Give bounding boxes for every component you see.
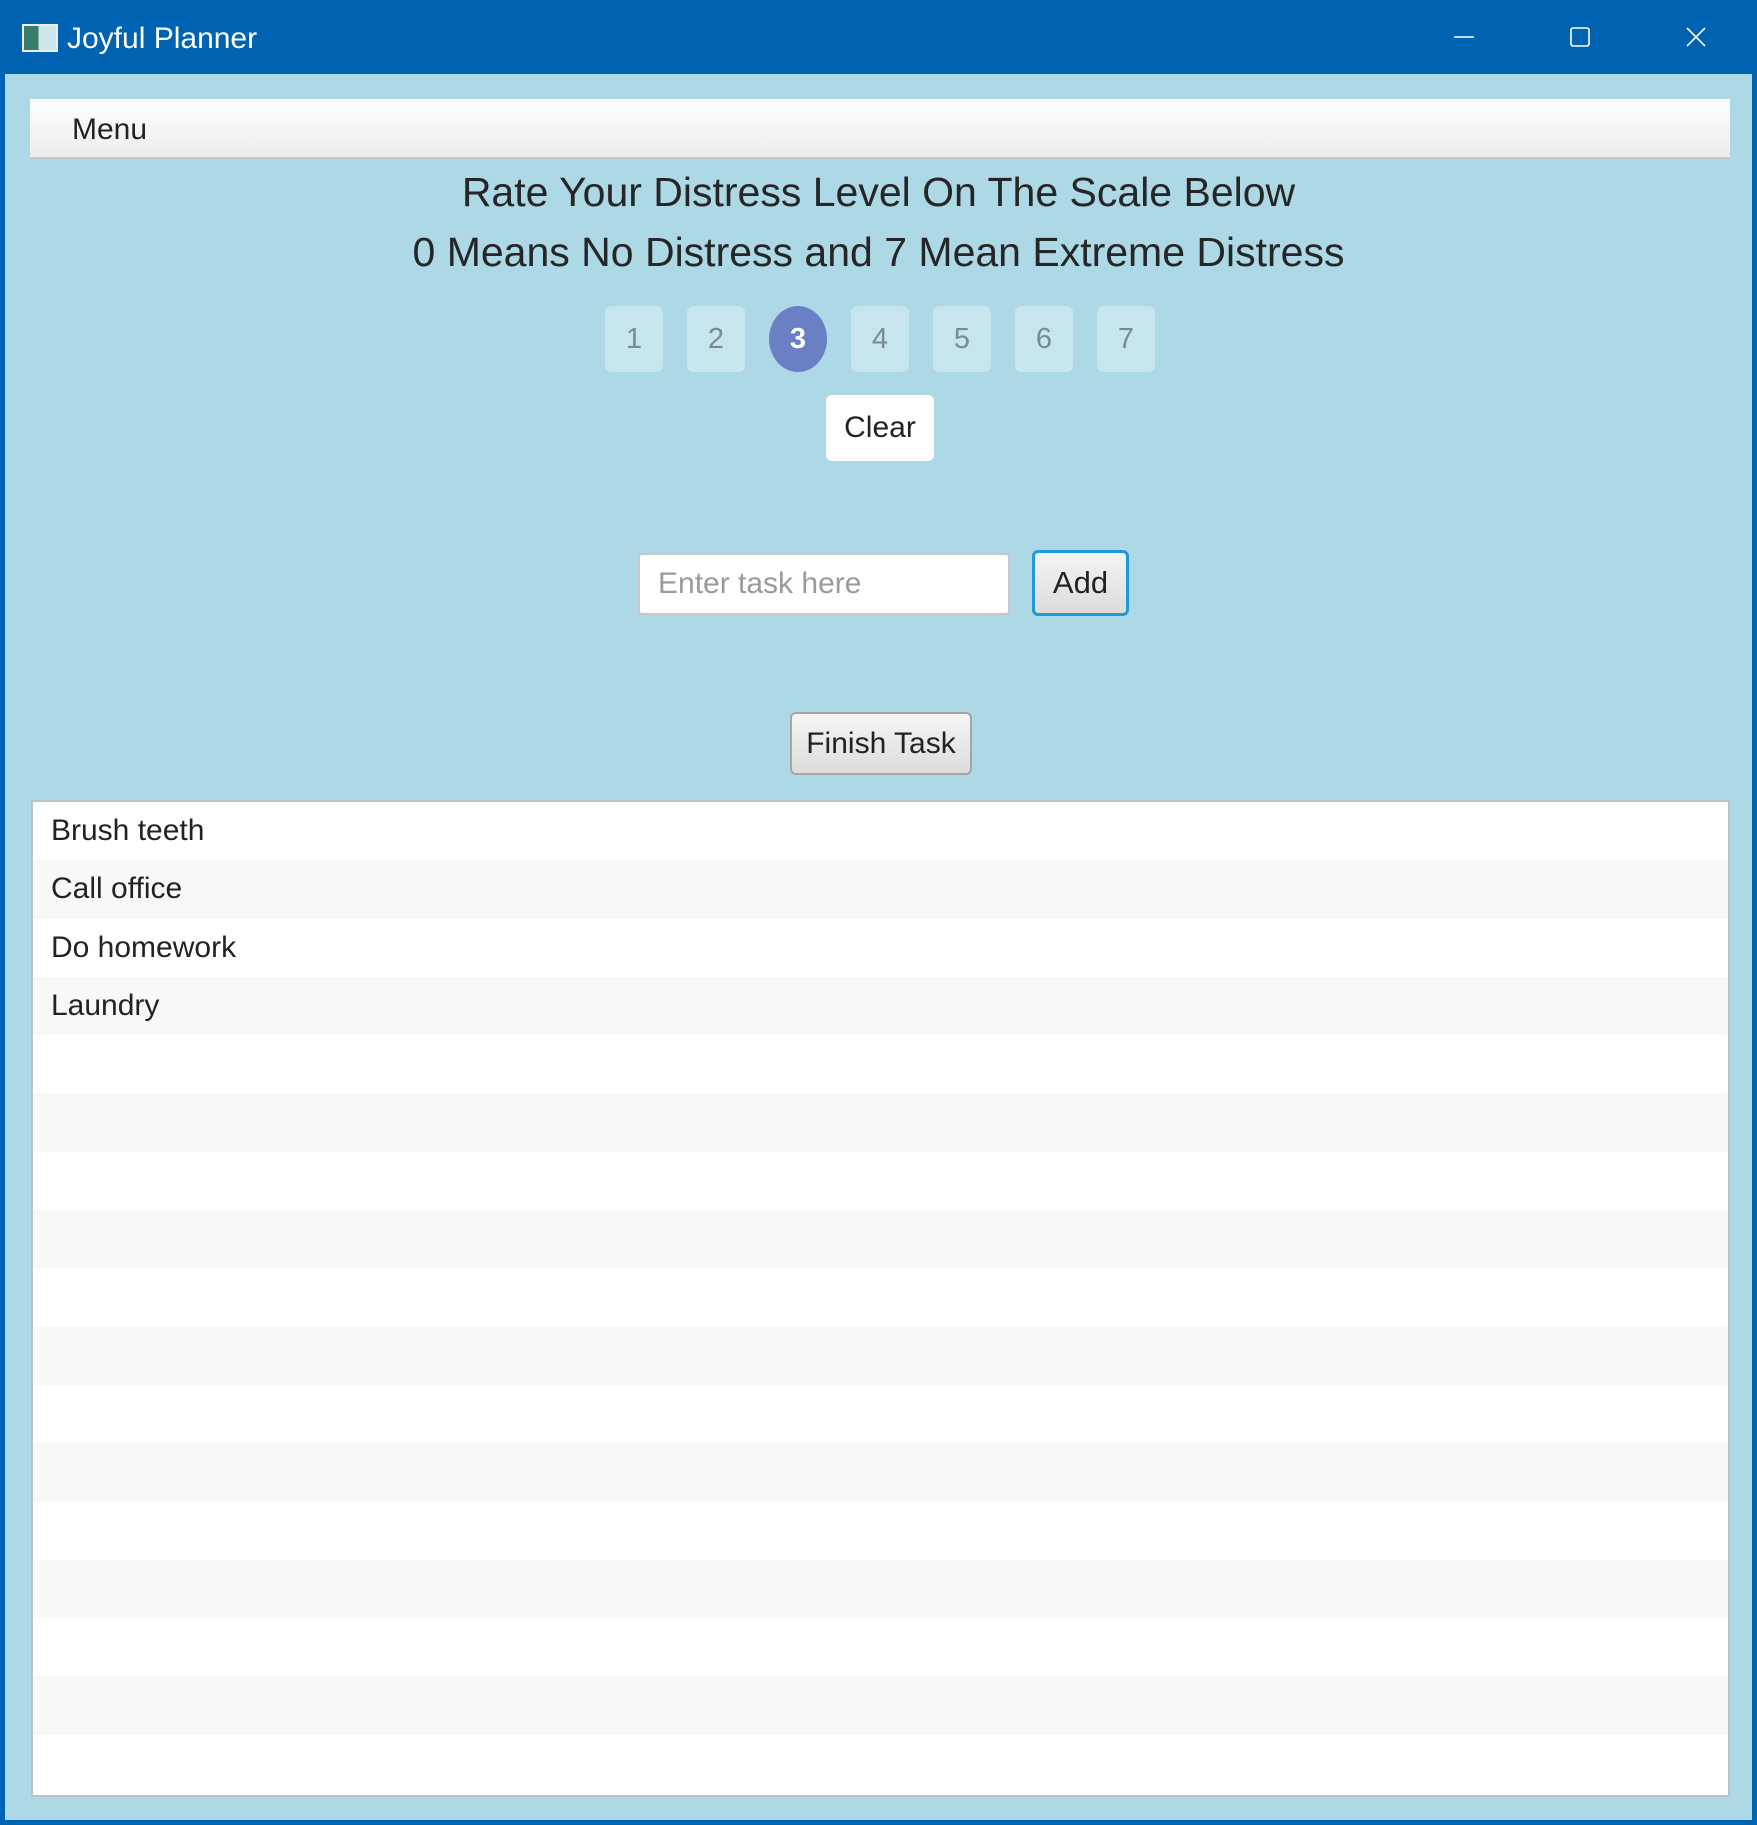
close-button[interactable] <box>1638 0 1754 74</box>
window-title: Joyful Planner <box>67 22 258 55</box>
empty-list-row <box>33 1035 1728 1094</box>
empty-list-row <box>33 1443 1728 1502</box>
rating-option-1[interactable]: 1 <box>605 306 663 372</box>
title-bar[interactable]: Joyful Planner <box>0 0 1757 74</box>
rating-prompt-title: Rate Your Distress Level On The Scale Be… <box>461 169 1296 215</box>
distress-rating-scale: 1 2 3 4 5 6 7 <box>5 306 1752 372</box>
empty-list-row <box>33 1093 1728 1152</box>
app-icon <box>22 24 58 52</box>
list-item[interactable]: Call office <box>33 860 1728 919</box>
rating-option-2[interactable]: 2 <box>687 306 745 372</box>
rating-option-3[interactable]: 3 <box>769 306 827 372</box>
rating-prompt-subtitle: 0 Means No Distress and 7 Mean Extreme D… <box>412 229 1345 275</box>
task-list[interactable]: Brush teeth Call office Do homework Laun… <box>31 800 1730 1797</box>
minimize-button[interactable] <box>1406 0 1522 74</box>
list-item[interactable]: Do homework <box>33 918 1728 977</box>
task-input[interactable] <box>638 553 1010 615</box>
finish-task-button[interactable]: Finish Task <box>790 712 972 775</box>
main-content: Menu Rate Your Distress Level On The Sca… <box>5 74 1752 1820</box>
empty-list-row <box>33 1618 1728 1677</box>
clear-rating-button[interactable]: Clear <box>826 395 934 461</box>
empty-list-row <box>33 1559 1728 1619</box>
menu-item-menu[interactable]: Menu <box>60 99 159 159</box>
rating-option-7[interactable]: 7 <box>1097 306 1155 372</box>
minimize-icon <box>1454 36 1474 38</box>
empty-list-row <box>33 1734 1728 1794</box>
empty-list-row <box>33 1268 1728 1327</box>
rating-option-6[interactable]: 6 <box>1015 306 1073 372</box>
close-icon <box>1686 27 1706 47</box>
list-item[interactable]: Brush teeth <box>33 802 1728 861</box>
empty-list-row <box>33 1501 1728 1560</box>
empty-list-row <box>33 1326 1728 1385</box>
empty-list-row <box>33 1676 1728 1735</box>
empty-list-row <box>33 1151 1728 1211</box>
add-task-button[interactable]: Add <box>1032 550 1129 616</box>
list-item[interactable]: Laundry <box>33 976 1728 1036</box>
maximize-icon <box>1570 27 1590 47</box>
rating-option-5[interactable]: 5 <box>933 306 991 372</box>
maximize-button[interactable] <box>1522 0 1638 74</box>
menu-bar: Menu <box>30 99 1730 159</box>
empty-list-row <box>33 1210 1728 1269</box>
rating-option-4[interactable]: 4 <box>851 306 909 372</box>
empty-list-row <box>33 1384 1728 1444</box>
app-window: Joyful Planner Menu Rate Your Distress L… <box>0 0 1757 1825</box>
